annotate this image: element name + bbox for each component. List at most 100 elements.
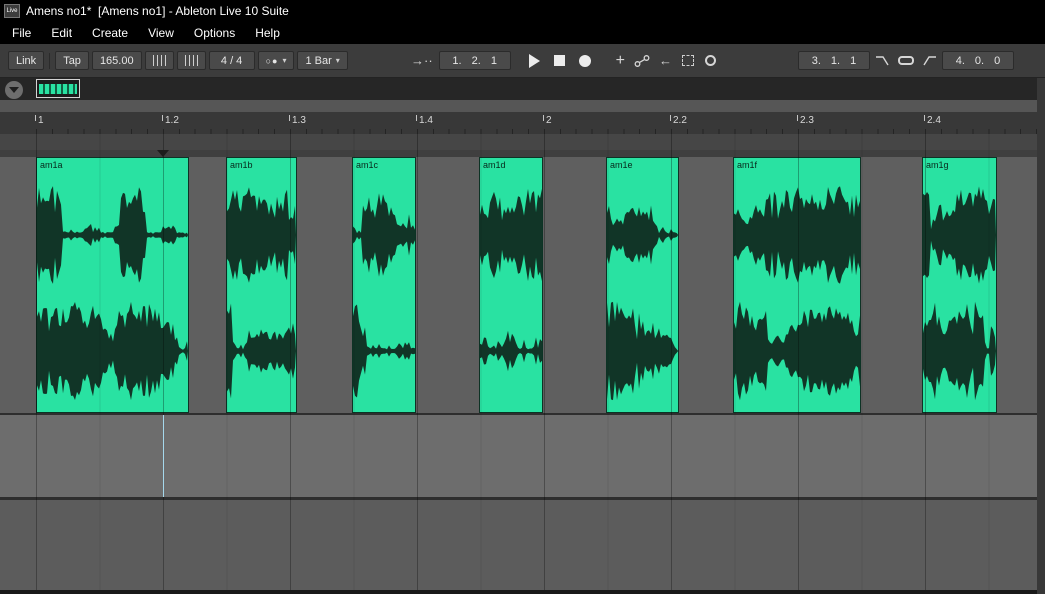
live-app-icon: Live [4, 4, 20, 18]
stop-icon [553, 55, 565, 66]
quantize-value: 1 Bar [305, 54, 332, 67]
loop-button[interactable] [895, 51, 917, 70]
clip-waveform [734, 186, 860, 401]
title-bar: Live Amens no1* [Amens no1] - Ableton Li… [0, 0, 1045, 22]
audio-clip-am1e[interactable]: am1e [606, 157, 679, 413]
clip-title: am1f [737, 160, 758, 170]
audio-clip-am1a[interactable]: am1a [36, 157, 189, 413]
audio-clip-am1c[interactable]: am1c [352, 157, 416, 413]
menu-view[interactable]: View [138, 22, 184, 44]
transport-center-group: →·· 1. 2. 1 + ← [408, 51, 720, 70]
menu-bar: File Edit Create View Options Help [0, 22, 1045, 44]
clip-title: am1d [483, 160, 506, 170]
transport-left-group: Link Tap 165.00 4 / 4 ○● ▾ 1 Bar ▾ [8, 51, 348, 70]
punch-out-button[interactable] [920, 51, 939, 70]
arrangement-scroll-button[interactable] [5, 81, 23, 99]
separator [49, 52, 51, 69]
clip-waveform [227, 187, 296, 399]
audio-clip-am1b[interactable]: am1b [226, 157, 297, 413]
scrub-area[interactable] [0, 134, 1045, 150]
track-header-panel-edge[interactable] [1037, 78, 1045, 594]
clip-waveform [353, 193, 415, 398]
link-button[interactable]: Link [8, 51, 45, 70]
ruler-label-2: 2 [546, 115, 552, 126]
clip-waveform [923, 186, 996, 401]
arrangement-overview[interactable] [0, 78, 1045, 100]
ruler-tick-mark [670, 115, 671, 121]
stop-button[interactable] [548, 51, 571, 70]
time-signature-field[interactable]: 4 / 4 [208, 51, 255, 70]
ruler-tick-mark [924, 115, 925, 121]
ruler-label-1.2: 1.2 [165, 115, 179, 126]
arrangement-view: 1 1.2 1.3 1.4 2 2.2 2.3 2.4 am1a am1b am1c am1d am1… [0, 78, 1045, 594]
nudge-bars-icon [152, 55, 166, 66]
ruler-label-1.4: 1.4 [419, 115, 433, 126]
metronome-button[interactable]: ○● ▾ [257, 51, 295, 70]
audio-clip-am1d[interactable]: am1d [479, 157, 543, 413]
clip-title: am1b [230, 160, 253, 170]
clip-title: am1e [610, 160, 633, 170]
ruler-tick-mark [289, 115, 290, 121]
ableton-live-window: Live Amens no1* [Amens no1] - Ableton Li… [0, 0, 1045, 594]
chevron-down-icon: ▾ [335, 56, 340, 65]
menu-create[interactable]: Create [82, 22, 138, 44]
arrangement-position-field[interactable]: 1. 2. 1 [438, 51, 511, 70]
audio-clip-am1g[interactable]: am1g [922, 157, 997, 413]
overview-zoom-window[interactable] [36, 79, 80, 98]
tap-tempo-button[interactable]: Tap [55, 51, 89, 70]
ruler-tick-mark [543, 115, 544, 121]
clip-waveform [607, 205, 678, 401]
tempo-field[interactable]: 165.00 [91, 51, 142, 70]
loop-icon [898, 56, 914, 65]
ruler-tick-mark [416, 115, 417, 121]
clip-title: am1c [356, 160, 379, 170]
ruler-label-2.2: 2.2 [673, 115, 687, 126]
empty-track-lane-3[interactable] [0, 500, 1045, 590]
ruler-label-1: 1 [38, 115, 44, 126]
automation-arm-icon [634, 54, 650, 67]
punch-in-icon [876, 56, 889, 66]
insert-marker-triangle[interactable] [157, 150, 169, 157]
transport-loop-group: 3. 1. 1 4. 0. 0 [798, 51, 1014, 70]
audio-track-lane[interactable]: am1a am1b am1c am1d am1e am1f am1g [0, 157, 1045, 413]
menu-edit[interactable]: Edit [41, 22, 82, 44]
overview-clip-thumbnails [39, 84, 77, 94]
play-icon [528, 53, 540, 68]
capture-midi-icon [682, 55, 695, 66]
session-record-icon [705, 55, 717, 66]
session-record-button[interactable] [701, 51, 720, 70]
chevron-down-icon: ▾ [282, 56, 287, 65]
punch-out-icon [923, 56, 936, 66]
ruler-label-1.3: 1.3 [292, 115, 306, 126]
loop-length-field[interactable]: 4. 0. 0 [942, 51, 1014, 70]
loop-start-field[interactable]: 3. 1. 1 [798, 51, 870, 70]
metronome-icon: ○● [265, 55, 279, 66]
nudge-down-button[interactable] [144, 51, 174, 70]
record-button[interactable] [574, 51, 596, 70]
play-button[interactable] [524, 51, 545, 70]
menu-help[interactable]: Help [245, 22, 290, 44]
clip-waveform [37, 186, 188, 401]
ruler-tick-mark [162, 115, 163, 121]
beat-time-ruler[interactable]: 1 1.2 1.3 1.4 2 2.2 2.3 2.4 [0, 112, 1045, 134]
audio-clip-am1f[interactable]: am1f [733, 157, 861, 413]
clip-title: am1a [40, 160, 63, 170]
nudge-bars-icon [184, 55, 198, 66]
follow-button[interactable]: →·· [408, 51, 436, 70]
ruler-label-2.4: 2.4 [927, 115, 941, 126]
window-title: Amens no1* [Amens no1] - Ableton Live 10… [26, 4, 289, 18]
arrangement-overdub-button[interactable]: + [613, 51, 628, 70]
menu-options[interactable]: Options [184, 22, 245, 44]
reenable-automation-button[interactable]: ← [656, 51, 675, 70]
clip-title: am1g [926, 160, 949, 170]
capture-midi-button[interactable] [678, 51, 698, 70]
punch-in-button[interactable] [873, 51, 892, 70]
menu-file[interactable]: File [2, 22, 41, 44]
nudge-up-button[interactable] [176, 51, 206, 70]
bottom-edge [0, 590, 1045, 594]
empty-track-lane-2[interactable] [0, 415, 1045, 497]
automation-arm-button[interactable] [631, 51, 653, 70]
insert-marker-line [163, 415, 164, 497]
ruler-tick-mark [797, 115, 798, 121]
quantize-menu[interactable]: 1 Bar ▾ [297, 51, 348, 70]
